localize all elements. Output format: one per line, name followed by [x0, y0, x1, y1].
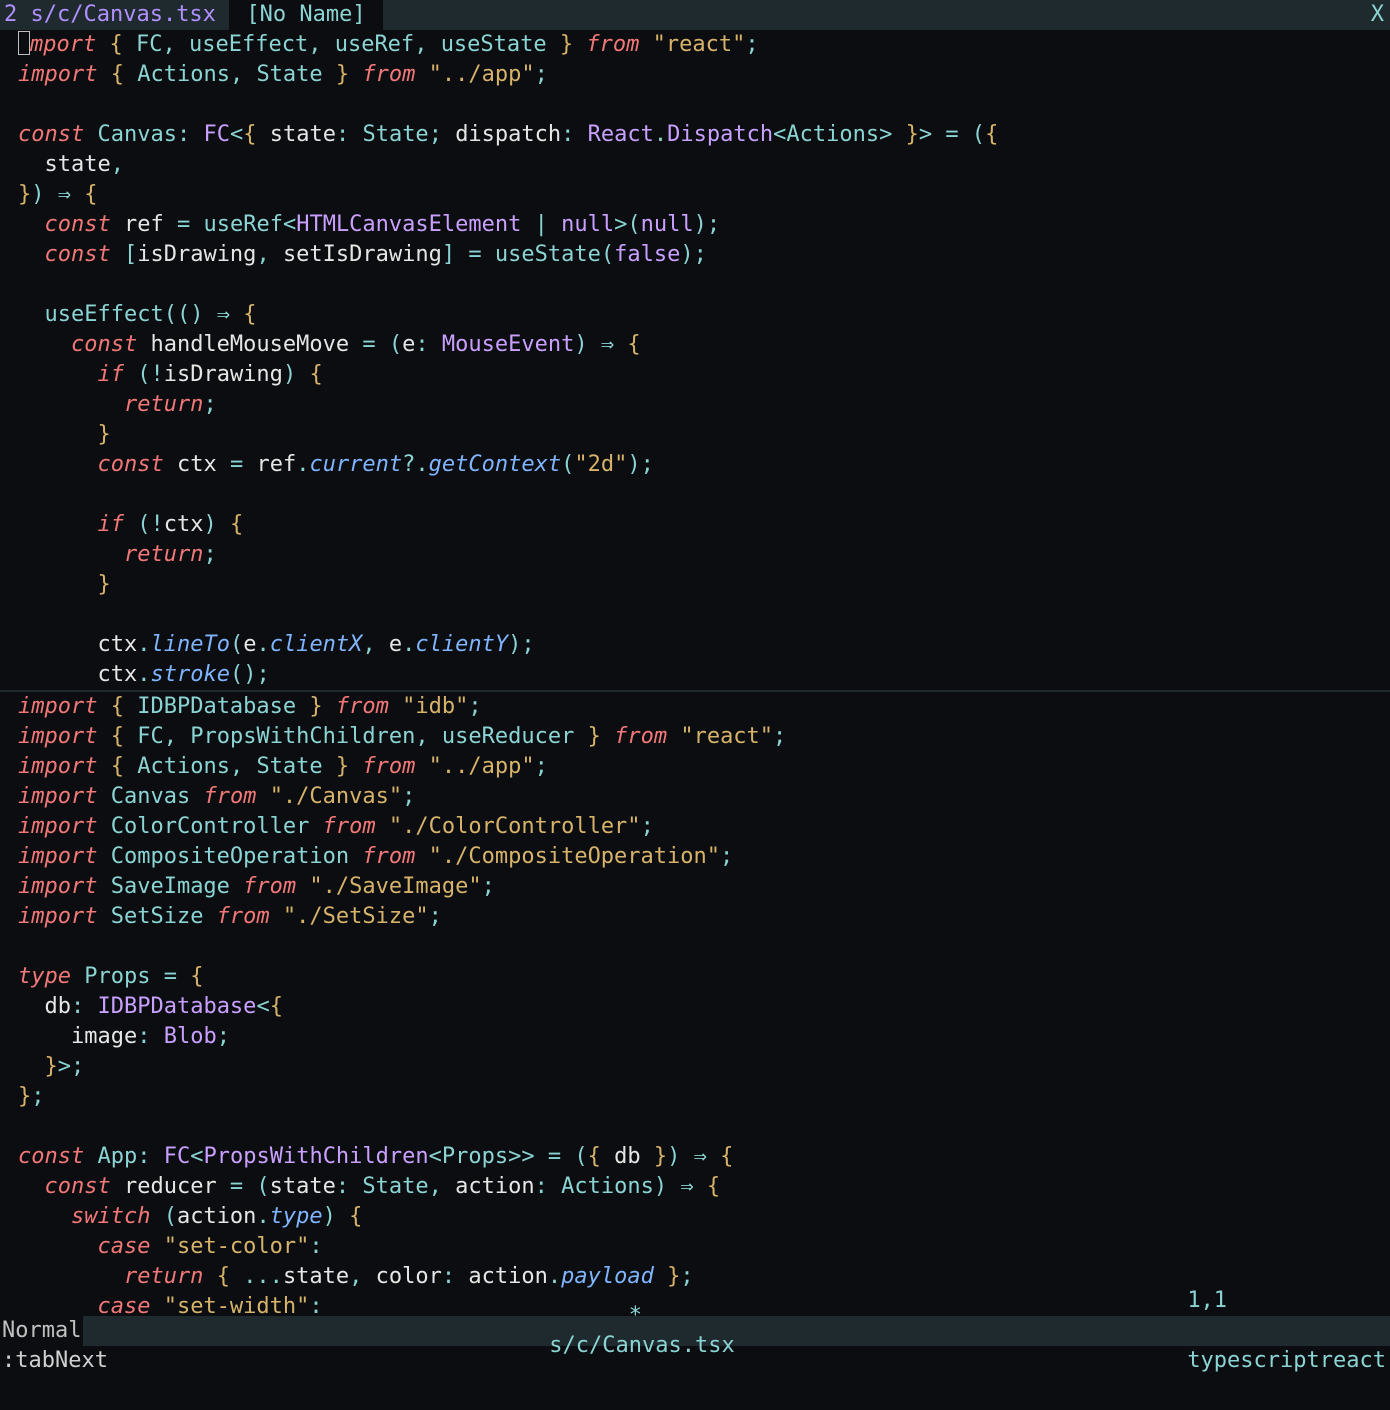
code-line: mport { FC, useEffect, useRef, useState … — [18, 30, 1390, 60]
tab-line: 2 s/c/Canvas.tsx [No Name] X — [0, 0, 1390, 30]
code-line: db: IDBPDatabase<{ — [18, 992, 1390, 1022]
status-mode: Normal — [0, 1316, 83, 1346]
editor-pane-bottom[interactable]: import { IDBPDatabase } from "idb";impor… — [0, 692, 1390, 1316]
code-line: type Props = { — [18, 962, 1390, 992]
code-line: const [isDrawing, setIsDrawing] = useSta… — [18, 240, 1390, 270]
filetype: typescriptreact — [1187, 1348, 1386, 1373]
tab-close-icon[interactable]: X — [1371, 0, 1390, 30]
code-line: import { FC, PropsWithChildren, useReduc… — [18, 722, 1390, 752]
code-line: import CompositeOperation from "./Compos… — [18, 842, 1390, 872]
code-line — [18, 480, 1390, 510]
code-line: } — [18, 570, 1390, 600]
code-line: const ref = useRef<HTMLCanvasElement | n… — [18, 210, 1390, 240]
code-line: useEffect(() ⇒ { — [18, 300, 1390, 330]
code-line — [18, 270, 1390, 300]
modified-marker: * — [629, 1303, 642, 1328]
code-line: switch (action.type) { — [18, 1202, 1390, 1232]
cursor — [18, 31, 30, 55]
tab-inactive[interactable]: [No Name] — [229, 0, 383, 30]
status-file-name: s/c/Canvas.tsx — [549, 1333, 734, 1358]
code-line — [18, 1112, 1390, 1142]
code-line: const reducer = (state: State, action: A… — [18, 1172, 1390, 1202]
code-line: const handleMouseMove = (e: MouseEvent) … — [18, 330, 1390, 360]
code-line: import { Actions, State } from "../app"; — [18, 60, 1390, 90]
status-file: * s/c/Canvas.tsx — [83, 1271, 1134, 1391]
tab-index: 2 — [0, 0, 17, 30]
code-line — [18, 932, 1390, 962]
code-line: import SaveImage from "./SaveImage"; — [18, 872, 1390, 902]
code-line: import { Actions, State } from "../app"; — [18, 752, 1390, 782]
code-line: } — [18, 420, 1390, 450]
code-line: ctx.lineTo(e.clientX, e.clientY); — [18, 630, 1390, 660]
editor-pane-top[interactable]: mport { FC, useEffect, useRef, useState … — [0, 30, 1390, 690]
code-line: if (!ctx) { — [18, 510, 1390, 540]
status-right: 1,1 typescriptreact — [1134, 1256, 1390, 1406]
code-line: import ColorController from "./ColorCont… — [18, 812, 1390, 842]
code-line: import SetSize from "./SetSize"; — [18, 902, 1390, 932]
code-line: return; — [18, 540, 1390, 570]
code-line: return; — [18, 390, 1390, 420]
status-line: Normal * s/c/Canvas.tsx 1,1 typescriptre… — [0, 1316, 1390, 1346]
code-line — [18, 600, 1390, 630]
code-line: }>; — [18, 1052, 1390, 1082]
code-line: ctx.stroke(); — [18, 660, 1390, 690]
code-line: const App: FC<PropsWithChildren<Props>> … — [18, 1142, 1390, 1172]
code-line: const ctx = ref.current?.getContext("2d"… — [18, 450, 1390, 480]
code-line: const Canvas: FC<{ state: State; dispatc… — [18, 120, 1390, 150]
code-line: if (!isDrawing) { — [18, 360, 1390, 390]
code-line: image: Blob; — [18, 1022, 1390, 1052]
code-line — [18, 90, 1390, 120]
tab-active[interactable]: s/c/Canvas.tsx — [17, 0, 229, 30]
code-line: state, — [18, 150, 1390, 180]
code-line: }; — [18, 1082, 1390, 1112]
code-line: }) ⇒ { — [18, 180, 1390, 210]
code-line: import Canvas from "./Canvas"; — [18, 782, 1390, 812]
cursor-position: 1,1 — [1187, 1288, 1227, 1313]
code-line: import { IDBPDatabase } from "idb"; — [18, 692, 1390, 722]
status-file-path — [536, 1333, 549, 1358]
